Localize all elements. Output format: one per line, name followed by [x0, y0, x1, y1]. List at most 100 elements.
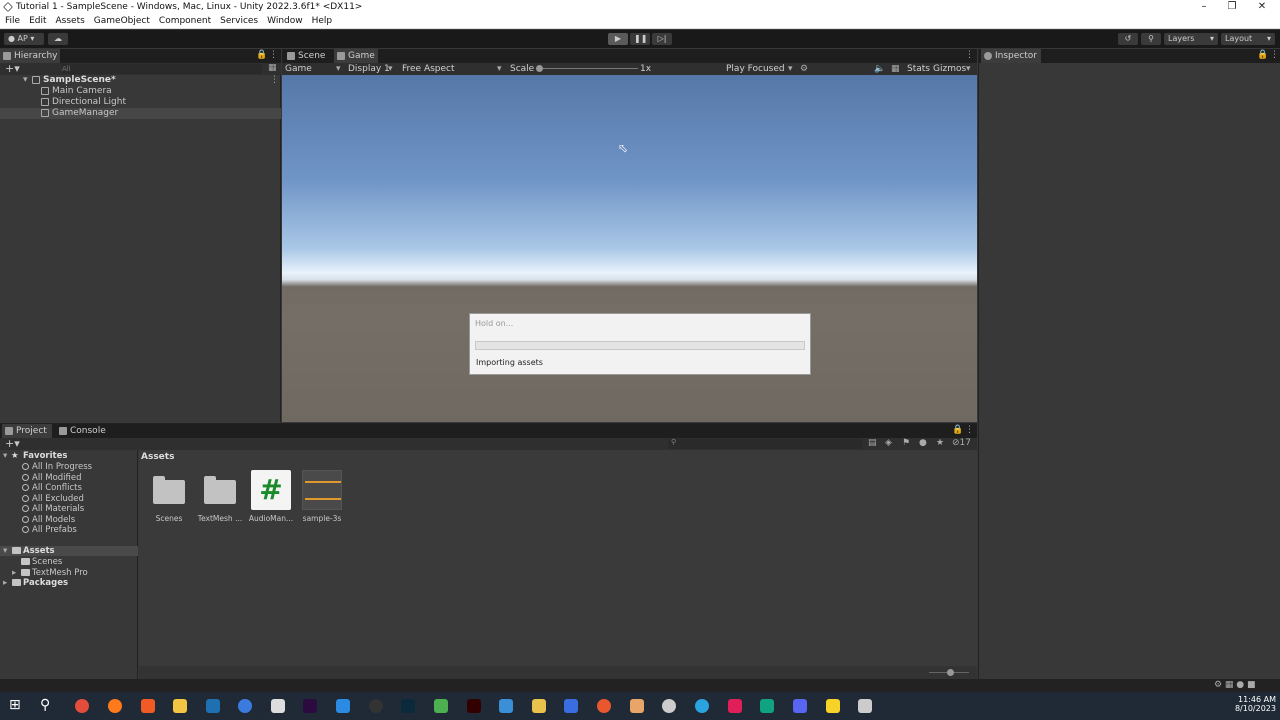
close-button[interactable]: ✕ — [1252, 1, 1272, 12]
app-icon[interactable] — [597, 699, 611, 713]
app-icon[interactable] — [564, 699, 578, 713]
app-icon[interactable] — [630, 699, 644, 713]
favorite-item[interactable]: All Conflicts — [0, 483, 138, 493]
search-icon[interactable]: ⚲ — [40, 697, 50, 713]
menu-help[interactable]: Help — [312, 15, 333, 28]
favorite-item[interactable]: All Modified — [0, 473, 138, 483]
more-icon[interactable]: ⋮ — [1270, 50, 1279, 60]
lock-icon[interactable]: 🔒 — [1257, 50, 1268, 60]
hierarchy-search-input[interactable] — [62, 64, 262, 74]
account-dropdown[interactable]: ● AP ▾ — [4, 33, 44, 45]
app-icon[interactable] — [532, 699, 546, 713]
asset-audiomanager-script[interactable]: # AudioMan... — [247, 470, 295, 523]
clock[interactable]: 11:46 AM 8/10/2023 — [1218, 695, 1276, 713]
unity-hub-icon[interactable] — [271, 699, 285, 713]
tree-folder-scenes[interactable]: Scenes — [0, 557, 138, 567]
app-icon[interactable] — [434, 699, 448, 713]
tab-scene[interactable]: Scene — [284, 49, 330, 63]
telegram-icon[interactable] — [695, 699, 709, 713]
menu-gameobject[interactable]: GameObject — [94, 15, 150, 28]
history-icon[interactable]: ↺ — [1118, 33, 1138, 45]
chrome-icon[interactable] — [75, 699, 89, 713]
packages-row[interactable]: ▸ Packages — [0, 578, 138, 588]
search-by-type-icon[interactable]: ▤ — [868, 438, 877, 448]
scene-menu-icon[interactable]: ⋮ — [270, 75, 279, 86]
menu-window[interactable]: Window — [267, 15, 303, 28]
premiere-icon[interactable] — [303, 699, 317, 713]
app-icon[interactable] — [499, 699, 513, 713]
favorite-item[interactable]: All Models — [0, 515, 138, 525]
favorite-item[interactable]: All In Progress — [0, 462, 138, 472]
hierarchy-item-main-camera[interactable]: Main Camera — [0, 86, 281, 97]
menu-assets[interactable]: Assets — [56, 15, 85, 28]
favorite-item[interactable]: All Materials — [0, 504, 138, 514]
breadcrumb[interactable]: Assets — [141, 452, 174, 462]
bug-icon[interactable]: ⚙ — [800, 63, 808, 75]
pause-button[interactable]: ❚❚ — [630, 33, 650, 45]
hidden-packages-toggle[interactable]: ⊘17 — [952, 438, 971, 448]
file-explorer-icon[interactable] — [173, 699, 187, 713]
menu-edit[interactable]: Edit — [29, 15, 46, 28]
vscode-icon[interactable] — [336, 699, 350, 713]
grid-icon[interactable]: ▦ — [891, 63, 900, 75]
tab-inspector[interactable]: Inspector — [981, 49, 1041, 63]
illustrator-icon[interactable] — [467, 699, 481, 713]
menu-file[interactable]: File — [5, 15, 20, 28]
scene-visibility-icon[interactable]: ▦ — [268, 63, 277, 73]
search-by-label-icon[interactable]: ◈ — [885, 438, 892, 448]
star-icon[interactable]: ★ — [936, 438, 944, 448]
maximize-button[interactable]: ❐ — [1222, 1, 1242, 12]
play-focused-dropdown[interactable]: Play Focused — [726, 63, 785, 75]
expand-arrow-icon[interactable]: ▾ — [23, 75, 28, 86]
asset-scenes-folder[interactable]: Scenes — [145, 470, 193, 523]
photoshop-icon[interactable] — [401, 699, 415, 713]
more-icon[interactable]: ⋮ — [965, 50, 974, 60]
project-search-input[interactable]: ⚲ — [668, 438, 863, 449]
sticky-notes-icon[interactable] — [826, 699, 840, 713]
speaker-icon[interactable]: 🔈 — [874, 63, 885, 75]
unity-icon[interactable] — [858, 699, 872, 713]
search-icon[interactable]: ⚲ — [1141, 33, 1161, 45]
obs-icon[interactable] — [369, 699, 383, 713]
favorite-item[interactable]: All Excluded — [0, 494, 138, 504]
lock-icon[interactable]: 🔒 — [256, 50, 267, 60]
scale-slider-handle[interactable] — [536, 65, 543, 72]
discord-icon[interactable] — [793, 699, 807, 713]
cloud-icon[interactable]: ☁ — [48, 33, 68, 45]
alert-icon[interactable]: ● — [919, 438, 927, 448]
layout-dropdown[interactable]: Layout ▾ — [1221, 33, 1275, 45]
status-icons[interactable]: ⚙ ▦ ● ■ — [1214, 680, 1256, 690]
expand-arrow-icon[interactable]: ▾ — [3, 451, 7, 461]
expand-arrow-icon[interactable]: ▸ — [3, 578, 7, 588]
more-icon[interactable]: ⋮ — [965, 425, 974, 435]
favorite-item[interactable]: All Prefabs — [0, 525, 138, 535]
menu-services[interactable]: Services — [220, 15, 258, 28]
scene-row[interactable]: ▾ SampleScene* ⋮ — [0, 75, 281, 86]
hierarchy-item-gamemanager[interactable]: GameManager — [0, 108, 281, 119]
display-dropdown[interactable]: Display 1 — [348, 63, 390, 75]
add-icon[interactable]: +▾ — [5, 62, 20, 75]
tab-hierarchy[interactable]: Hierarchy — [0, 49, 60, 63]
minimize-button[interactable]: – — [1194, 1, 1214, 12]
tab-console[interactable]: Console — [56, 424, 108, 438]
step-button[interactable]: ▷| — [652, 33, 672, 45]
app-icon[interactable] — [760, 699, 774, 713]
windows-start-icon[interactable]: ⊞ — [9, 697, 21, 713]
scale-slider-track[interactable] — [538, 68, 638, 69]
asset-sample-audio[interactable]: sample-3s — [298, 470, 346, 523]
menu-component[interactable]: Component — [159, 15, 211, 28]
lock-icon[interactable]: 🔒 — [952, 425, 963, 435]
stats-button[interactable]: Stats — [907, 63, 930, 75]
slack-icon[interactable] — [728, 699, 742, 713]
hierarchy-item-directional-light[interactable]: Directional Light — [0, 97, 281, 108]
gizmos-button[interactable]: Gizmos — [933, 63, 966, 75]
game-mode-dropdown[interactable]: Game — [285, 63, 312, 75]
powershell-icon[interactable] — [206, 699, 220, 713]
zoom-slider-handle[interactable] — [947, 669, 954, 676]
tree-folder-textmesh-pro[interactable]: ▸ TextMesh Pro — [0, 568, 138, 578]
asset-textmesh-folder[interactable]: TextMesh ... — [196, 470, 244, 523]
expand-arrow-icon[interactable]: ▸ — [12, 568, 16, 578]
brave-icon[interactable] — [141, 699, 155, 713]
more-icon[interactable]: ⋮ — [269, 50, 278, 60]
app-icon[interactable] — [238, 699, 252, 713]
